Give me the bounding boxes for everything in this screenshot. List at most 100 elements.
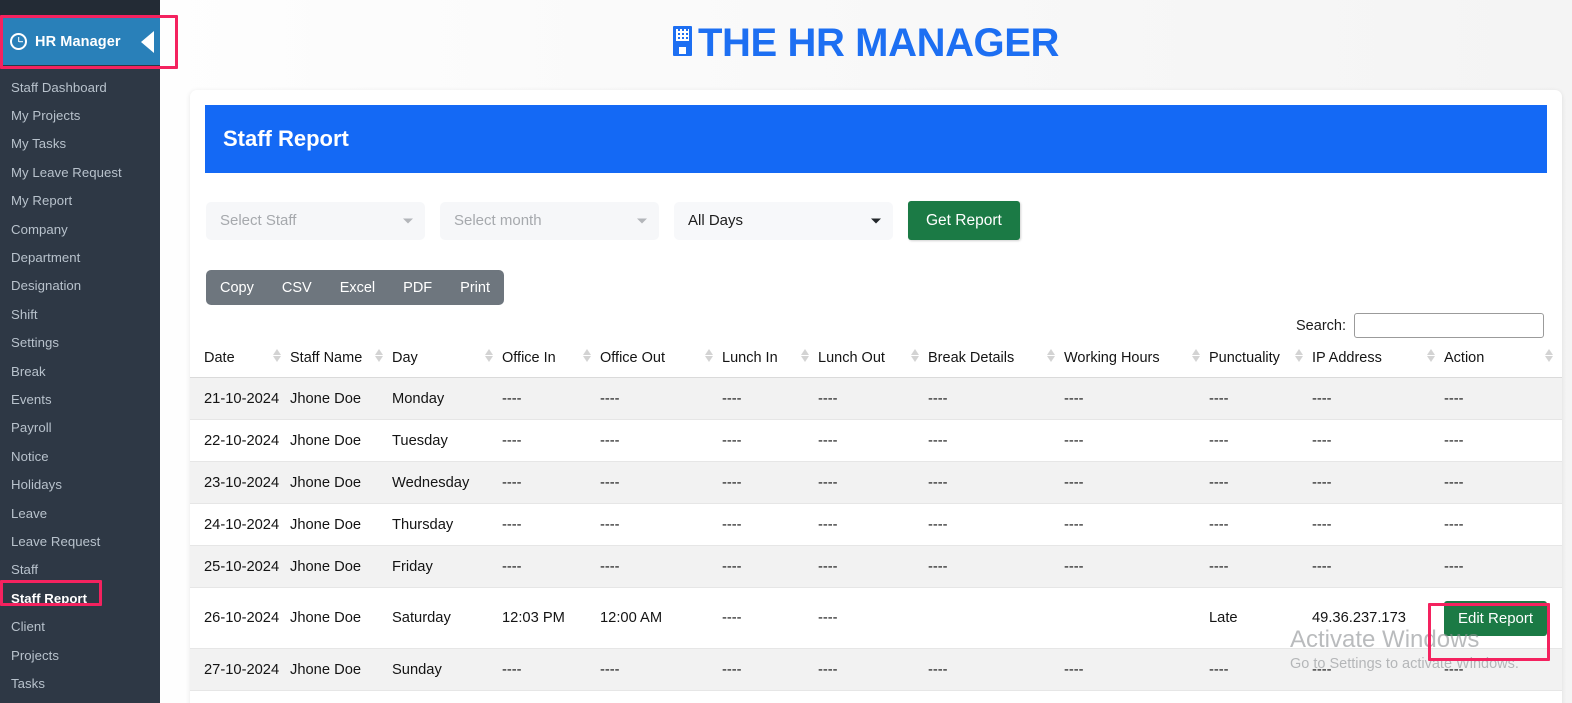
column-header-punctuality[interactable]: Punctuality	[1209, 346, 1312, 378]
sort-arrows-icon[interactable]	[911, 348, 920, 363]
cell-value: 25-10-2024	[204, 558, 280, 575]
sort-arrows-icon[interactable]	[1427, 348, 1436, 363]
sidebar-item-my-projects[interactable]: My Projects	[0, 101, 160, 129]
sort-arrows-icon[interactable]	[375, 348, 384, 363]
cell-lunch-out: ----	[818, 503, 928, 546]
sidebar-item-events[interactable]: Events	[0, 385, 160, 413]
select-staff-dropdown[interactable]: Select Staff	[206, 201, 425, 240]
sidebar-item-company[interactable]: Company	[0, 215, 160, 243]
export-pdf-button[interactable]: PDF	[389, 270, 446, 305]
sidebar-brand-label: HR Manager	[35, 33, 121, 50]
cell-value: ----	[1444, 432, 1464, 449]
cell-action: ----	[1444, 419, 1562, 462]
column-header-ip-address[interactable]: IP Address	[1312, 346, 1444, 378]
column-header-action[interactable]: Action	[1444, 346, 1562, 378]
cell-punctuality: ----	[1209, 377, 1312, 420]
cell-punctuality: ----	[1209, 503, 1312, 546]
column-header-date[interactable]: Date	[190, 346, 290, 378]
sidebar-item-holidays[interactable]: Holidays	[0, 470, 160, 498]
cell-value: 23-10-2024	[204, 474, 280, 491]
sidebar-item-staff-dashboard[interactable]: Staff Dashboard	[0, 73, 160, 101]
sort-arrows-icon[interactable]	[1192, 348, 1201, 363]
sidebar-item-label: My Report	[11, 193, 73, 209]
sort-arrows-icon[interactable]	[583, 348, 592, 363]
sidebar-item-label: Staff Dashboard	[11, 79, 107, 95]
cell-ip: ----	[1312, 461, 1444, 504]
sidebar-item-notice[interactable]: Notice	[0, 442, 160, 470]
cell-date: 21-10-2024	[190, 377, 290, 420]
table-row: 25-10-2024 Jhone Doe Friday ---- ---- ---- ---…	[190, 545, 1562, 588]
sidebar-item-projects[interactable]: Projects	[0, 641, 160, 669]
sidebar-item-break[interactable]: Break	[0, 357, 160, 385]
sidebar-item-my-report[interactable]: My Report	[0, 187, 160, 215]
cell-value: ----	[502, 516, 522, 533]
cell-day: Sunday	[392, 648, 502, 691]
sidebar-item-leave[interactable]: Leave	[0, 499, 160, 527]
cell-value: Jhone Doe	[290, 390, 362, 407]
sidebar-item-leave-request[interactable]: Leave Request	[0, 527, 160, 555]
sidebar-item-department[interactable]: Department	[0, 243, 160, 271]
cell-value: ----	[928, 432, 948, 449]
sort-arrows-icon[interactable]	[1545, 348, 1554, 363]
sidebar-item-my-tasks[interactable]: My Tasks	[0, 130, 160, 158]
column-header-working-hours[interactable]: Working Hours	[1064, 346, 1209, 378]
cell-lunch-out: ----	[818, 587, 928, 649]
sidebar-item-my-leave-request[interactable]: My Leave Request	[0, 158, 160, 186]
sidebar-item-shift[interactable]: Shift	[0, 300, 160, 328]
sort-arrows-icon[interactable]	[1047, 348, 1056, 363]
sort-arrows-icon[interactable]	[705, 348, 714, 363]
sidebar-item-client[interactable]: Client	[0, 612, 160, 640]
cell-value: ----	[928, 661, 948, 678]
export-excel-button[interactable]: Excel	[326, 270, 389, 305]
get-report-button[interactable]: Get Report	[908, 201, 1020, 240]
sort-arrows-icon[interactable]	[485, 348, 494, 363]
cell-break	[928, 587, 1064, 649]
sidebar-item-staff[interactable]: Staff	[0, 556, 160, 584]
sidebar-item-tasks[interactable]: Tasks	[0, 669, 160, 697]
column-header-office-in[interactable]: Office In	[502, 346, 600, 378]
cell-value: ----	[928, 558, 948, 575]
column-header-label: Break Details	[928, 350, 1015, 366]
table-row: 24-10-2024 Jhone Doe Thursday ---- ---- ---- -…	[190, 503, 1562, 546]
select-month-dropdown[interactable]: Select month	[440, 201, 659, 240]
cell-punctuality: Late	[1209, 587, 1312, 649]
cell-office-out: ----	[600, 503, 722, 546]
sidebar-item-payroll[interactable]: Payroll	[0, 414, 160, 442]
sidebar-item-staff-report[interactable]: Staff Report	[0, 584, 160, 612]
sort-arrows-icon[interactable]	[801, 348, 810, 363]
column-header-lunch-out[interactable]: Lunch Out	[818, 346, 928, 378]
column-header-office-out[interactable]: Office Out	[600, 346, 722, 378]
sidebar-item-settings[interactable]: Settings	[0, 329, 160, 357]
sidebar-item-label: My Tasks	[11, 136, 67, 152]
cell-value: ----	[722, 558, 742, 575]
export-copy-button[interactable]: Copy	[206, 270, 268, 305]
sidebar-item-label: Staff Report	[11, 590, 88, 606]
column-header-label: Day	[392, 350, 418, 366]
cell-value: 21-10-2024	[204, 390, 280, 407]
cell-lunch-out: ----	[818, 545, 928, 588]
sort-arrows-icon[interactable]	[273, 348, 282, 363]
filters-row: Select Staff Select month All Days Get R…	[190, 173, 1562, 240]
cell-staff: Jhone Doe	[290, 419, 392, 462]
sidebar-item-designation[interactable]: Designation	[0, 272, 160, 300]
cell-value: ----	[722, 661, 742, 678]
cell-value: ----	[1209, 474, 1229, 491]
sort-arrows-icon[interactable]	[1295, 348, 1304, 363]
cell-working-hours: ----	[1064, 648, 1209, 691]
table-row: 21-10-2024 Jhone Doe Monday ---- ---- ---- ---…	[190, 377, 1562, 420]
select-days-dropdown[interactable]: All Days	[674, 201, 893, 240]
column-header-break-details[interactable]: Break Details	[928, 346, 1064, 378]
column-header-staff-name[interactable]: Staff Name	[290, 346, 392, 378]
sidebar-item-label: Client	[11, 619, 46, 635]
cell-staff: Jhone Doe	[290, 648, 392, 691]
export-csv-button[interactable]: CSV	[268, 270, 326, 305]
sidebar-brand-hr-manager[interactable]: HR Manager	[0, 18, 160, 65]
column-header-day[interactable]: Day	[392, 346, 502, 378]
cell-working-hours: ----	[1064, 545, 1209, 588]
column-header-lunch-in[interactable]: Lunch In	[722, 346, 818, 378]
edit-report-button[interactable]: Edit Report	[1444, 600, 1548, 636]
export-print-button[interactable]: Print	[446, 270, 504, 305]
search-input[interactable]	[1354, 313, 1544, 338]
cell-break: ----	[928, 461, 1064, 504]
cell-office-in: ----	[502, 461, 600, 504]
